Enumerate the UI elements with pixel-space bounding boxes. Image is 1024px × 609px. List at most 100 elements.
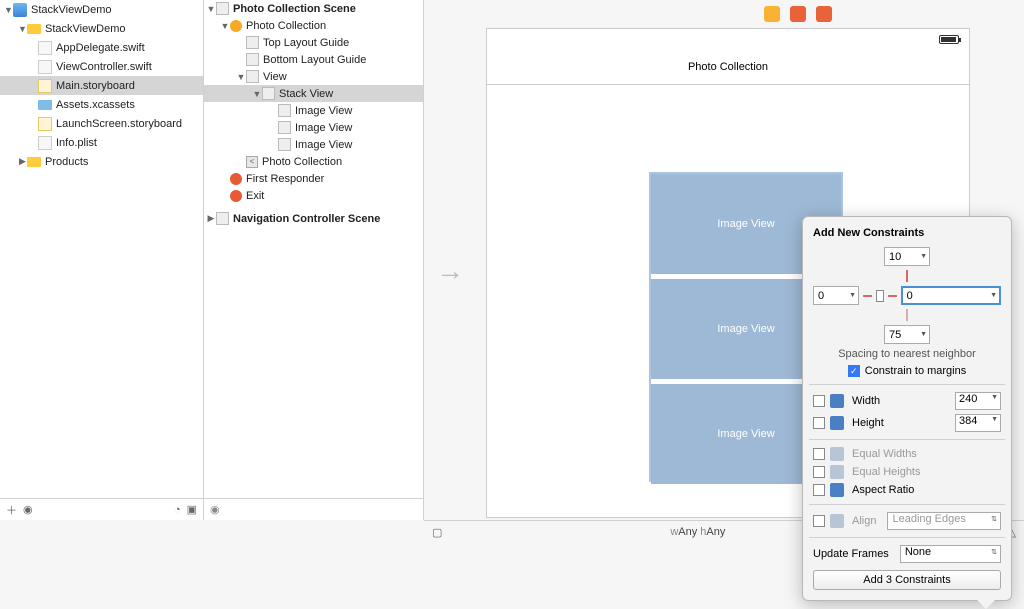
file-label: LaunchScreen.storyboard (56, 118, 182, 130)
update-frames-label: Update Frames (813, 548, 889, 560)
stack-label: Stack View (279, 88, 333, 100)
first-responder-label: First Responder (246, 173, 324, 185)
align-label: Align (852, 515, 876, 527)
equal-heights-label: Equal Heights (852, 466, 921, 478)
nav-file-appdelegate[interactable]: AppDelegate.swift (0, 38, 203, 57)
height-field[interactable]: 384▼ (955, 414, 1001, 432)
left-spacing-field[interactable]: 0▼ (813, 286, 859, 305)
top-spacing-value: 10 (889, 251, 901, 263)
scm-icon[interactable]: ▣ (187, 503, 197, 516)
scene-icon (216, 2, 229, 15)
layout-guide-icon (246, 36, 259, 49)
outline-view[interactable]: ▼View (204, 68, 423, 85)
assets-icon (38, 100, 52, 110)
exit-dock-icon[interactable] (816, 6, 832, 22)
outline-viewcontroller[interactable]: ▼Photo Collection (204, 17, 423, 34)
width-icon (830, 394, 844, 408)
scene-label: Photo Collection Scene (233, 3, 356, 15)
navigator-footer: ＋ ◉ ◔ ▣ (0, 498, 203, 520)
width-value: 240 (959, 393, 977, 405)
height-checkbox[interactable] (813, 417, 825, 429)
imageview-placeholder: Image View (717, 428, 774, 440)
viewcontroller-icon (230, 20, 242, 32)
outline-scene2[interactable]: ▶Navigation Controller Scene (204, 210, 423, 227)
first-responder-dock-icon[interactable] (790, 6, 806, 22)
tlg-label: Top Layout Guide (263, 37, 349, 49)
imageview-placeholder: Image View (717, 323, 774, 335)
equal-widths-checkbox[interactable] (813, 448, 825, 460)
width-field[interactable]: 240▼ (955, 392, 1001, 410)
top-spacing-field[interactable]: 10▼ (884, 247, 930, 266)
outline-top-layout-guide[interactable]: Top Layout Guide (204, 34, 423, 51)
outline-stackview[interactable]: ▼Stack View (204, 85, 423, 102)
pin-left-strut[interactable] (863, 295, 872, 297)
equal-widths-label: Equal Widths (852, 448, 917, 460)
file-label: Assets.xcassets (56, 99, 135, 111)
document-outline: ▼Photo Collection Scene ▼Photo Collectio… (204, 0, 424, 520)
constrain-margins-checkbox[interactable]: ✓ (848, 365, 860, 377)
bottom-spacing-value: 75 (889, 329, 901, 341)
spacing-label: Spacing to nearest neighbor (813, 348, 1001, 360)
nav-folder[interactable]: ▼StackViewDemo (0, 19, 203, 38)
nav-file-mainstoryboard[interactable]: Main.storyboard (0, 76, 203, 95)
aspect-ratio-checkbox[interactable] (813, 484, 825, 496)
height-label: Height (852, 417, 884, 429)
update-frames-select[interactable]: None⇅ (900, 545, 1001, 563)
popover-title: Add New Constraints (813, 227, 1001, 239)
project-navigator: ▼StackViewDemo ▼StackViewDemo AppDelegat… (0, 0, 204, 520)
outline-bottom-layout-guide[interactable]: Bottom Layout Guide (204, 51, 423, 68)
outline-scene[interactable]: ▼Photo Collection Scene (204, 0, 423, 17)
folder-icon (27, 157, 41, 167)
scene-toolbar (764, 6, 832, 22)
add-constraints-button[interactable]: Add 3 Constraints (813, 570, 1001, 590)
storyboard-file-icon (38, 117, 52, 131)
exit-label: Exit (246, 190, 264, 202)
filter-icon[interactable]: ◉ (23, 503, 33, 516)
scene2-label: Navigation Controller Scene (233, 213, 380, 225)
outline-navitem[interactable]: <Photo Collection (204, 153, 423, 170)
outline-imageview[interactable]: Image View (204, 102, 423, 119)
nav-file-viewcontroller[interactable]: ViewController.swift (0, 57, 203, 76)
imageview-icon (278, 138, 291, 151)
pin-center-box (876, 290, 884, 302)
view-label: View (263, 71, 287, 83)
nav-project-root[interactable]: ▼StackViewDemo (0, 0, 203, 19)
view-icon (246, 70, 259, 83)
battery-icon (939, 35, 959, 44)
filter-icon[interactable]: ◉ (210, 503, 220, 516)
add-icon[interactable]: ＋ (6, 502, 17, 518)
width-checkbox[interactable] (813, 395, 825, 407)
outline-imageview[interactable]: Image View (204, 119, 423, 136)
viewcontroller-dock-icon[interactable] (764, 6, 780, 22)
outline-imageview[interactable]: Image View (204, 136, 423, 153)
nav-file-assets[interactable]: Assets.xcassets (0, 95, 203, 114)
imageview-icon (278, 121, 291, 134)
update-frames-value: None (905, 546, 931, 558)
layout-guide-icon (246, 53, 259, 66)
align-value: Leading Edges (892, 513, 965, 525)
status-bar (487, 29, 969, 49)
bottom-spacing-field[interactable]: 75▼ (884, 325, 930, 344)
outline-exit[interactable]: Exit (204, 187, 423, 204)
right-spacing-input[interactable] (907, 290, 995, 302)
toggle-outline-icon[interactable]: ▢ (432, 526, 442, 539)
pin-right-strut[interactable] (888, 295, 897, 297)
imageview-icon (278, 104, 291, 117)
add-btn-label: Add 3 Constraints (863, 574, 950, 586)
equal-heights-icon (830, 465, 844, 479)
nav-file-infoplist[interactable]: Info.plist (0, 133, 203, 152)
pin-bottom-strut[interactable] (906, 309, 908, 321)
clock-icon[interactable]: ◔ (174, 504, 181, 516)
right-spacing-field[interactable]: ▼ (901, 286, 1001, 305)
folder-label: Products (45, 156, 88, 168)
align-select[interactable]: Leading Edges⇅ (887, 512, 1001, 530)
nav-file-launchscreen[interactable]: LaunchScreen.storyboard (0, 114, 203, 133)
exit-icon (230, 190, 242, 202)
align-checkbox[interactable] (813, 515, 825, 527)
pin-top-strut[interactable] (906, 270, 908, 282)
navitem-label: Photo Collection (262, 156, 342, 168)
scene-icon (216, 212, 229, 225)
equal-heights-checkbox[interactable] (813, 466, 825, 478)
nav-folder-products[interactable]: ▶Products (0, 152, 203, 171)
outline-first-responder[interactable]: First Responder (204, 170, 423, 187)
